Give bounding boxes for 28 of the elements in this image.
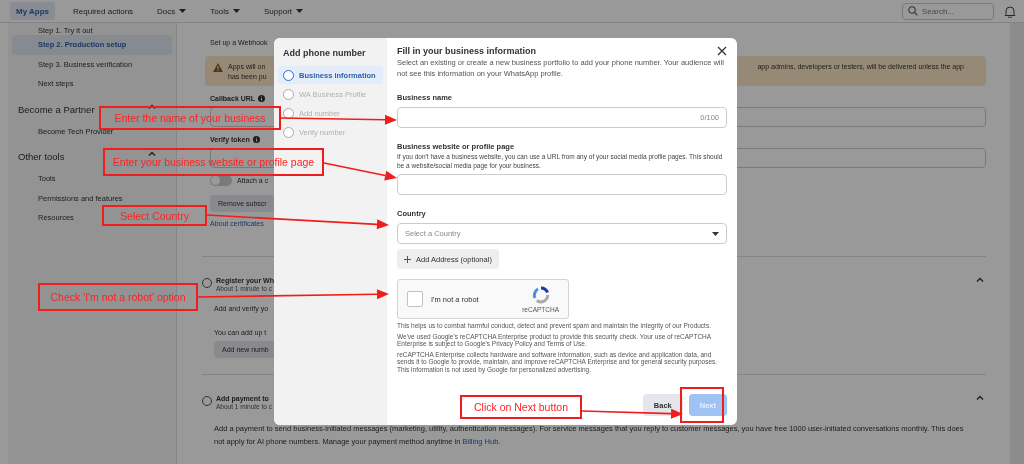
checkbox[interactable]	[407, 291, 423, 307]
nav-tab[interactable]: Support	[258, 2, 310, 20]
toggle-switch[interactable]	[210, 175, 232, 186]
captcha-logo-icon	[531, 285, 550, 304]
info-icon	[252, 136, 260, 143]
dialog-title: Add phone number	[283, 48, 367, 58]
nav-tab[interactable]: My Apps	[10, 2, 56, 20]
callout-label: Click on Next button	[460, 395, 582, 419]
callout-label: Check 'I'm not a robot' option	[38, 283, 198, 311]
callout-label: Enter your business website or profile page	[103, 148, 324, 176]
warning-icon	[213, 63, 223, 72]
form-title: Fill in your business information	[397, 46, 536, 56]
nav-tab[interactable]: Tools	[204, 2, 246, 20]
callout-label: Select Country	[102, 205, 207, 226]
callout-label: Enter the name of your business	[99, 106, 281, 130]
bell-icon	[1004, 4, 1016, 18]
search-field[interactable]: Search...	[902, 2, 994, 20]
caret-down-icon	[712, 231, 719, 236]
sidebar-section-title[interactable]: Become a Partner	[18, 103, 95, 115]
nav-tab[interactable]: Required actions	[67, 2, 140, 20]
plus-icon	[404, 255, 411, 263]
search-icon	[908, 6, 918, 16]
close-icon	[717, 46, 727, 56]
highlight-frame	[680, 387, 724, 423]
nav-tab[interactable]: Docs	[151, 2, 193, 20]
sidebar-section-title[interactable]: Other tools	[18, 151, 65, 162]
input-field[interactable]	[397, 174, 727, 195]
info-icon	[258, 95, 266, 102]
